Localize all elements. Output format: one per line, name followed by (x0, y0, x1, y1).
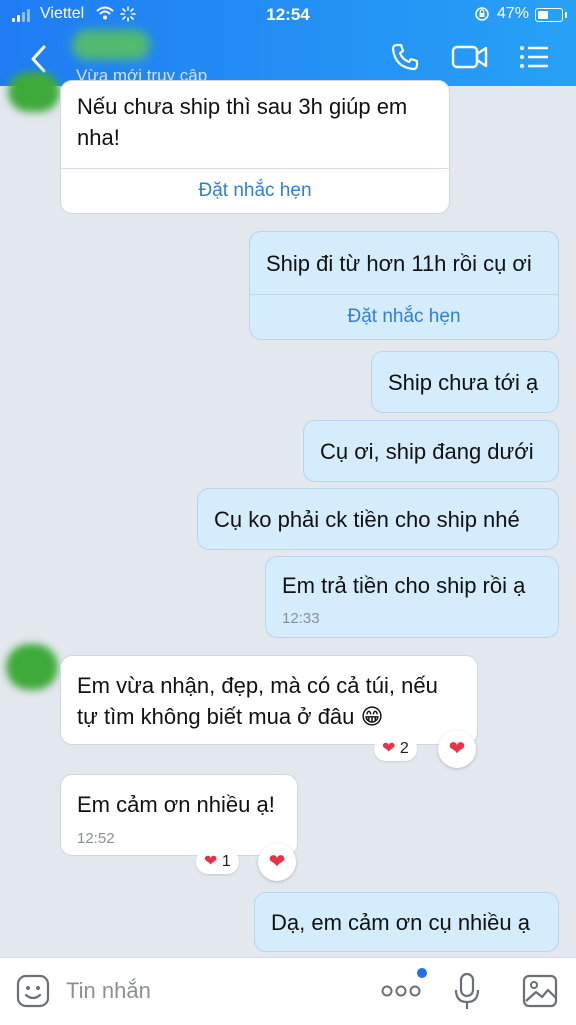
message-input[interactable]: Tin nhắn (66, 978, 151, 1004)
contact-name[interactable] (72, 30, 150, 60)
back-icon[interactable] (28, 44, 50, 74)
message-text: Em trả tiền cho ship rồi ạ (282, 573, 526, 598)
avatar[interactable] (6, 644, 58, 690)
message-text: Em cảm ơn nhiều ạ! (77, 792, 275, 817)
image-gallery-icon[interactable] (522, 974, 558, 1008)
message-bubble-outgoing[interactable]: Em trả tiền cho ship rồi ạ 12:33 (265, 556, 559, 638)
message-text: Cụ ơi, ship đang dưới (320, 439, 534, 464)
avatar[interactable] (8, 72, 60, 112)
phone-call-icon[interactable] (390, 42, 420, 72)
message-bubble-outgoing[interactable]: Cụ ko phải ck tiền cho ship nhé (197, 488, 559, 550)
message-text: Ship chưa tới ạ (388, 370, 539, 395)
message-line: tự tìm không biết mua ở đâu 😁 (77, 704, 384, 729)
react-heart-button[interactable]: ❤ (258, 843, 296, 881)
status-bar: Viettel 12:54 47% (0, 4, 576, 26)
notification-dot (417, 968, 427, 978)
reaction-number: 2 (399, 740, 409, 757)
more-options-icon[interactable] (381, 984, 421, 998)
reaction-count[interactable]: ❤ 1 (196, 850, 239, 874)
message-bubble-incoming[interactable]: Em cảm ơn nhiều ạ! 12:52 (60, 774, 298, 856)
set-reminder-button[interactable]: Đặt nhắc hẹn (250, 294, 558, 339)
battery-icon (535, 8, 567, 22)
heart-icon: ❤ (268, 851, 286, 873)
message-text: Nếu chưa ship thì sau 3h giúp em nha! (61, 81, 449, 153)
rotation-lock-icon (475, 7, 489, 21)
message-bubble-incoming[interactable]: Nếu chưa ship thì sau 3h giúp em nha! Đặ… (60, 80, 450, 214)
sticker-icon[interactable] (16, 974, 50, 1008)
reaction-number: 1 (221, 853, 231, 870)
message-text: Em vừa nhận, đẹp, mà có cả túi, nếu tự t… (61, 656, 477, 732)
message-time: 12:33 (282, 610, 320, 627)
message-bubble-outgoing[interactable]: Ship đi từ hơn 11h rồi cụ ơi Đặt nhắc hẹ… (249, 231, 559, 340)
message-line: Nếu chưa ship thì sau 3h giúp em (77, 94, 408, 119)
menu-icon[interactable] (518, 42, 550, 72)
battery-percent: 47% (497, 5, 530, 22)
heart-icon: ❤ (204, 853, 218, 870)
message-bubble-outgoing[interactable]: Cụ ơi, ship đang dưới (303, 420, 559, 482)
heart-icon: ❤ (382, 740, 396, 757)
heart-icon: ❤ (448, 738, 466, 760)
message-input-bar: Tin nhắn (0, 957, 576, 1025)
message-line: Em vừa nhận, đẹp, mà có cả túi, nếu (77, 673, 438, 698)
message-line: nha! (77, 125, 120, 150)
reaction-count[interactable]: ❤ 2 (374, 737, 417, 761)
microphone-icon[interactable] (454, 972, 480, 1012)
react-heart-button[interactable]: ❤ (438, 730, 476, 768)
message-text: Dạ, em cảm ơn cụ nhiều ạ (271, 910, 530, 935)
message-bubble-outgoing[interactable]: Ship chưa tới ạ (371, 351, 559, 413)
message-text: Ship đi từ hơn 11h rồi cụ ơi (266, 251, 532, 276)
video-call-icon[interactable] (451, 42, 489, 72)
set-reminder-button[interactable]: Đặt nhắc hẹn (61, 168, 449, 213)
message-bubble-outgoing[interactable]: Dạ, em cảm ơn cụ nhiều ạ (254, 892, 559, 952)
chat-header: Viettel 12:54 47% Vừa mới truy cập (0, 0, 576, 86)
message-time: 12:52 (77, 830, 115, 847)
message-text: Cụ ko phải ck tiền cho ship nhé (214, 507, 520, 532)
message-bubble-incoming[interactable]: Em vừa nhận, đẹp, mà có cả túi, nếu tự t… (60, 655, 478, 745)
